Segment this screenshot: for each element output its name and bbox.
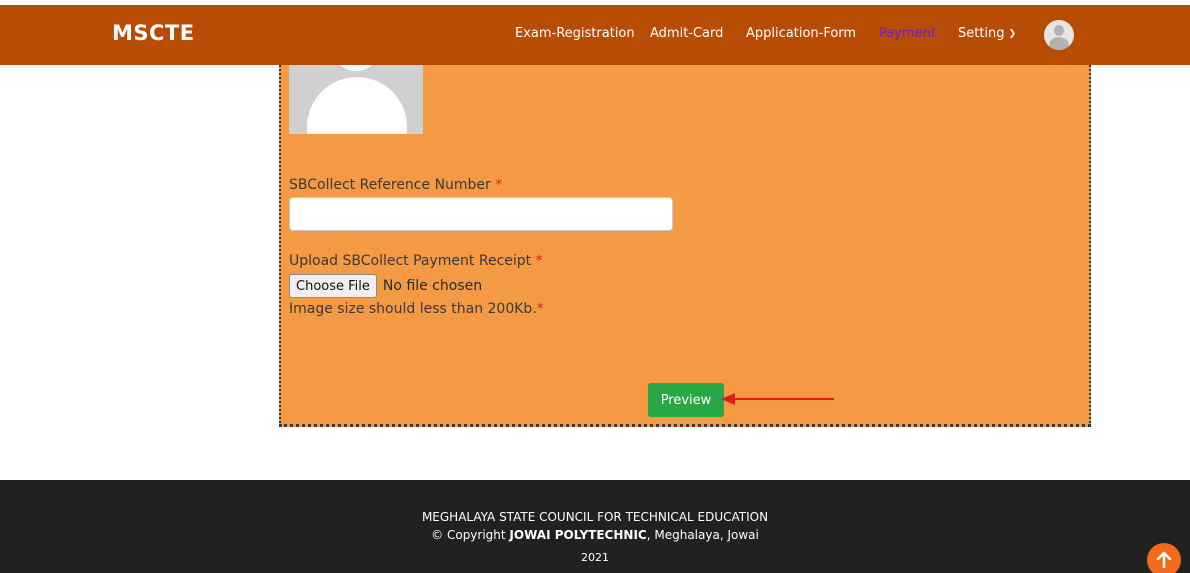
nav-application-form[interactable]: Application-Form	[746, 26, 856, 41]
payment-form-panel: SBCollect Reference Number * Upload SBCo…	[279, 65, 1091, 427]
upload-receipt-label-text: Upload SBCollect Payment Receipt	[289, 253, 532, 269]
ref-number-label-text: SBCollect Reference Number	[289, 177, 491, 193]
required-asterisk: *	[495, 177, 503, 193]
required-asterisk: *	[535, 253, 543, 269]
red-arrow-annotation-icon	[721, 393, 834, 405]
user-photo-placeholder-icon	[289, 65, 423, 134]
required-asterisk: *	[536, 301, 544, 317]
footer-org-name: MEGHALAYA STATE COUNCIL FOR TECHNICAL ED…	[421, 510, 769, 524]
nav-exam-registration[interactable]: Exam-Registration	[515, 26, 635, 41]
preview-button[interactable]: Preview	[648, 383, 724, 417]
chevron-down-icon: ❯	[1008, 29, 1017, 39]
choose-file-button[interactable]: Choose File	[289, 274, 377, 298]
image-size-hint-text: Image size should less than 200Kb.	[289, 301, 537, 317]
ref-number-input[interactable]	[289, 197, 673, 231]
footer-year: 2021	[581, 551, 609, 564]
ref-number-label: SBCollect Reference Number *	[289, 177, 502, 193]
arrow-up-icon	[1156, 551, 1172, 569]
footer-institution: JOWAI POLYTECHNIC	[509, 528, 647, 542]
file-upload-control: Choose File No file chosen	[289, 274, 482, 298]
nav-setting-dropdown[interactable]: Setting ❯	[958, 26, 1016, 41]
top-navbar: MSCTE Exam-Registration Admit-Card Appli…	[0, 5, 1190, 65]
nav-admit-card[interactable]: Admit-Card	[650, 26, 723, 41]
footer-copyright: © Copyright JOWAI POLYTECHNIC, Meghalaya…	[0, 528, 1190, 542]
user-avatar-icon[interactable]	[1044, 20, 1074, 50]
brand-logo[interactable]: MSCTE	[112, 21, 195, 45]
footer-location: , Meghalaya, Jowai	[646, 528, 759, 542]
upload-receipt-label: Upload SBCollect Payment Receipt *	[289, 253, 543, 269]
copyright-prefix: © Copyright	[431, 528, 510, 542]
page-footer: MEGHALAYA STATE COUNCIL FOR TECHNICAL ED…	[0, 480, 1190, 573]
back-to-top-button[interactable]	[1147, 543, 1181, 573]
nav-payment[interactable]: Payment	[879, 26, 936, 41]
image-size-hint: Image size should less than 200Kb.*	[289, 301, 544, 317]
file-status-text: No file chosen	[382, 278, 483, 294]
nav-setting-label: Setting	[958, 26, 1005, 41]
